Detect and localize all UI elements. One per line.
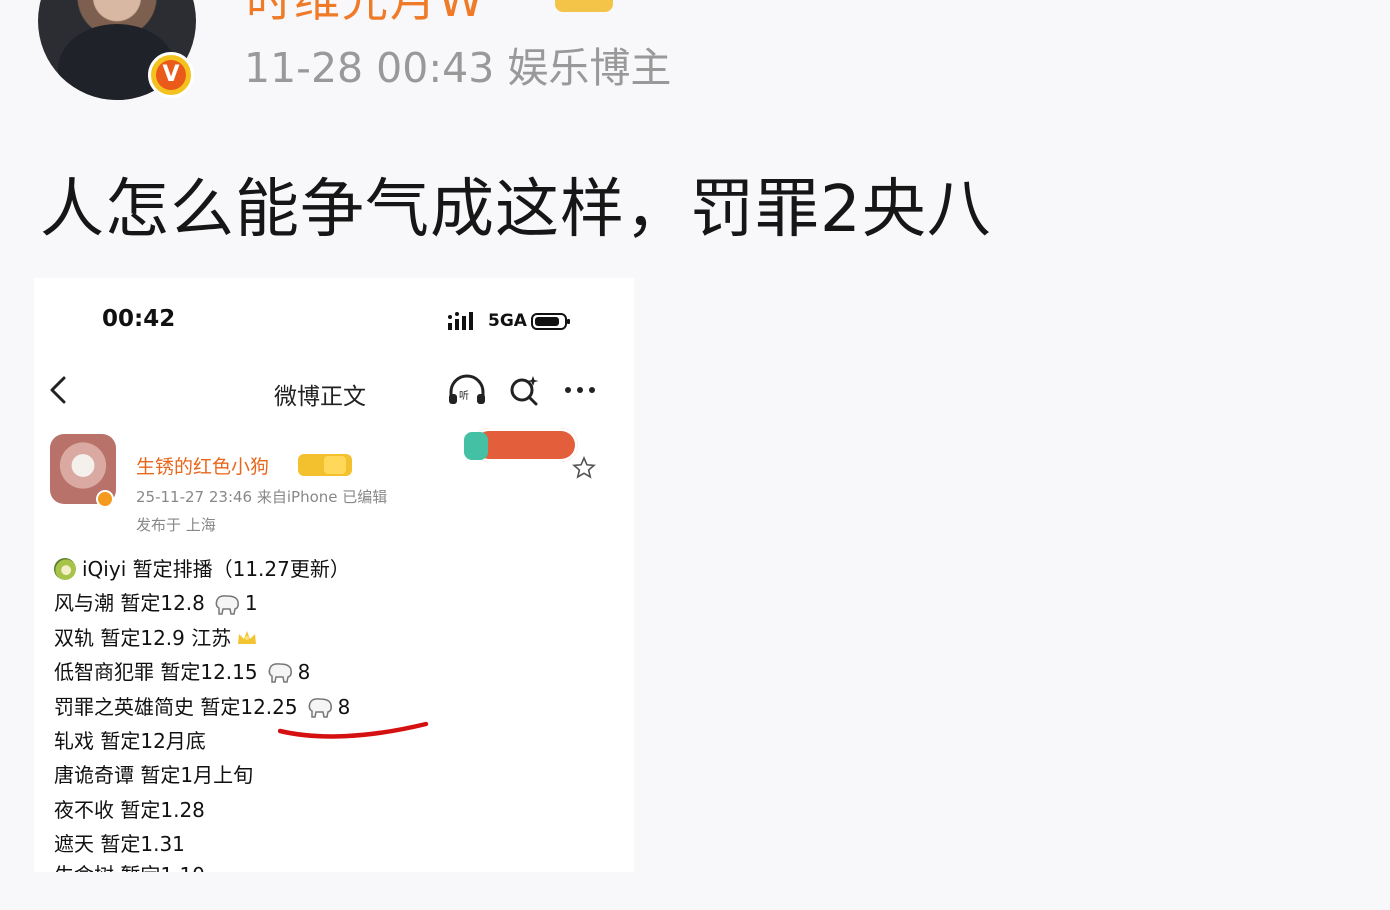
schedule-header-text: iQiyi 暂定排播（11.27更新） [82,557,350,581]
nav-title: 微博正文 [274,384,366,410]
schedule-item: 唐诡奇谭 暂定1月上旬 [54,758,350,792]
schedule-item-text: 罚罪之英雄简史 暂定12.25 [54,694,298,719]
embedded-screenshot[interactable]: 00:42 5GA 微博正文 听 生锈的红色小狗 25-11-27 23:46 … [34,278,634,872]
schedule-item: 双轨 暂定12.9 江苏 [54,621,350,655]
weibo-post-screen: V 时维光月W 11-28 00:43 娱乐博主 人怎么能争气成这样，罚罪2央八… [0,0,1390,910]
schedule-item: 风与潮 暂定12.8 1 [54,586,350,620]
sheep-icon [268,663,292,684]
schedule-item-text: 风与潮 暂定12.8 [54,591,205,616]
sheep-icon [308,697,332,718]
kiwi-icon [54,558,76,581]
svg-text:听: 听 [459,390,469,402]
schedule-item-suffix: 8 [297,660,311,685]
inner-post-meta: 25-11-27 23:46 来自iPhone 已编辑 [136,488,388,506]
inner-post-location: 发布于 上海 [136,516,216,534]
star-icon[interactable] [572,456,596,480]
battery-icon [531,313,570,330]
member-badge-icon [555,0,613,12]
crown-icon [238,630,257,644]
search-icon[interactable] [508,374,542,406]
schedule-item-text: 唐诡奇谭 暂定1月上旬 [54,763,254,788]
schedule-item-text: 遮天 暂定1.31 [54,832,185,857]
schedule-list: iQiyi 暂定排播（11.27更新） 风与潮 暂定12.8 1 双轨 暂定12… [54,552,350,862]
signal-icon [448,312,473,330]
listen-icon[interactable]: 听 [446,374,488,406]
inner-verified-icon [96,490,114,508]
schedule-item: 低智商犯罪 暂定12.15 8 [54,655,350,689]
inner-author-name[interactable]: 生锈的红色小狗 [136,452,269,479]
promo-badge-icon [464,428,578,462]
red-underline-annotation [278,721,429,739]
schedule-item-text: 低智商犯罪 暂定12.15 [54,660,258,685]
author-name[interactable]: 时维光月W [246,0,485,30]
back-icon[interactable] [48,374,70,406]
post-text: 人怎么能争气成这样，罚罪2央八 [40,173,992,247]
status-time: 00:42 [102,306,176,332]
network-label: 5GA [488,311,527,331]
post-meta: 11-28 00:43 娱乐博主 [244,44,672,92]
more-icon[interactable] [562,378,598,402]
schedule-header: iQiyi 暂定排播（11.27更新） [54,552,350,586]
schedule-item: 夜不收 暂定1.28 [54,793,350,827]
inner-level-badge-icon [298,454,352,476]
schedule-item-suffix: 1 [244,591,258,616]
schedule-item-text: 夜不收 暂定1.28 [54,797,205,822]
verified-badge-icon: V [148,52,194,98]
schedule-item: 遮天 暂定1.31 [54,827,350,861]
schedule-item-cutoff: 生命树 暂定1.10 [54,859,264,872]
sheep-icon [215,594,239,615]
schedule-item-text: 双轨 暂定12.9 江苏 [54,625,232,650]
schedule-item-text: 轧戏 暂定12月底 [54,728,206,753]
